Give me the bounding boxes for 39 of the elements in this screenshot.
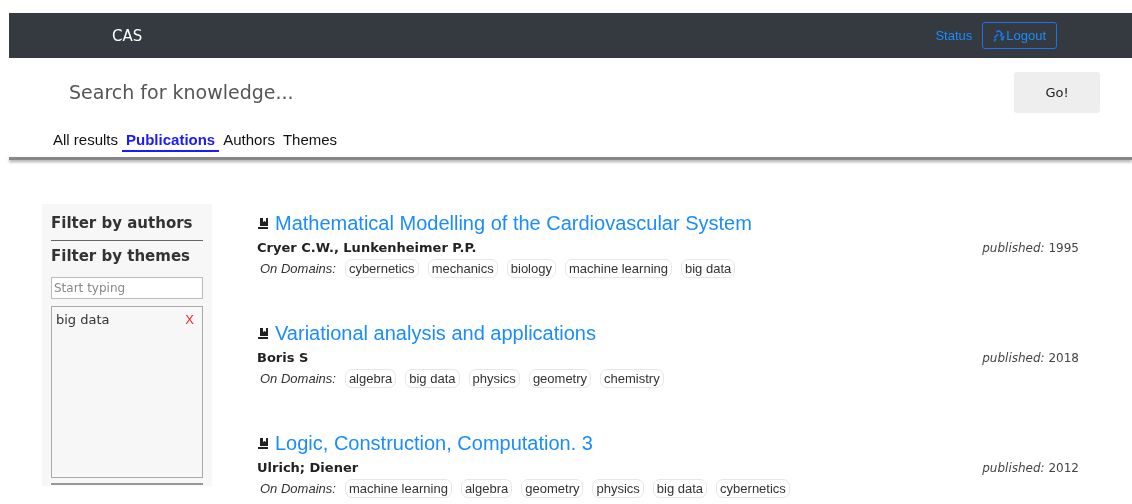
domains-label: On Domains: xyxy=(259,481,336,496)
publication-year: published: 2012 xyxy=(982,460,1079,475)
domain-tag[interactable]: big data xyxy=(681,259,736,278)
domain-tag[interactable]: algebra xyxy=(344,369,397,388)
domain-tag[interactable]: physics xyxy=(592,479,644,498)
book-icon xyxy=(257,437,269,450)
publication-authors: Ulrich; Diener xyxy=(257,460,359,475)
tab[interactable]: Authors xyxy=(219,131,279,152)
domain-tag[interactable]: geometry xyxy=(521,479,584,498)
go-button[interactable]: Go! xyxy=(1014,71,1100,113)
publication-authors: Cryer C.W., Lunkenheimer P.P. xyxy=(257,240,477,255)
domain-tag[interactable]: cybernetics xyxy=(344,259,419,278)
domain-tag[interactable]: big data xyxy=(652,479,708,498)
filter-heading[interactable]: Filter by themes xyxy=(51,245,203,267)
theme-search-field[interactable]: Start typing xyxy=(51,277,203,299)
domain-tag[interactable]: cybernetics xyxy=(716,479,790,498)
theme-label: big data xyxy=(56,312,110,327)
domain-tag[interactable]: algebra xyxy=(460,479,513,498)
domain-tag[interactable]: chemistry xyxy=(600,369,664,388)
domain-tag[interactable]: geometry xyxy=(528,369,592,388)
publication-authors: Boris S xyxy=(257,350,309,365)
domain-tag[interactable]: mechanics xyxy=(427,259,498,278)
remove-button[interactable]: X xyxy=(181,312,198,327)
domain-tag[interactable]: machine learning xyxy=(344,479,452,498)
book-icon xyxy=(257,327,269,340)
domain-tag[interactable]: big data xyxy=(405,369,460,388)
tab[interactable]: Themes xyxy=(278,131,342,152)
publication-year: published: 2018 xyxy=(982,350,1079,365)
publication-year: published: 1995 xyxy=(982,240,1079,255)
tab[interactable]: Publications xyxy=(122,131,220,152)
domain-tag[interactable]: biology xyxy=(506,259,556,278)
domains-label: On Domains: xyxy=(259,261,336,276)
filter-heading[interactable]: Filter by authors xyxy=(51,212,203,234)
domain-tag[interactable]: machine learning xyxy=(564,259,672,278)
book-icon xyxy=(257,217,269,230)
brand-name[interactable]: CAS xyxy=(112,26,143,45)
domain-tag[interactable]: physics xyxy=(468,369,520,388)
tab[interactable]: All results xyxy=(49,131,123,152)
domains-label: On Domains: xyxy=(259,371,336,386)
